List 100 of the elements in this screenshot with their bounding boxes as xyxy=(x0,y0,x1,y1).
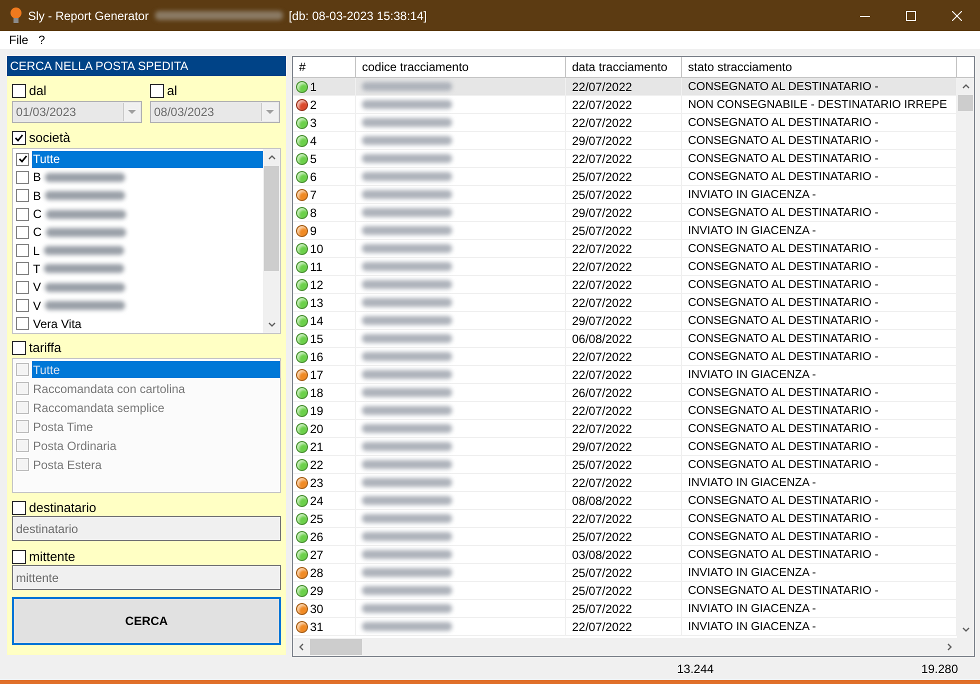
table-cell: INVIATO IN GIACENZA - xyxy=(688,566,816,578)
table-row[interactable]: 18 26/07/2022 CONSEGNATO AL DESTINATARIO - xyxy=(293,384,957,402)
list-box[interactable]: Tutte B B C C L T V V Vera Vita xyxy=(12,148,281,334)
row-number: 31 xyxy=(310,620,324,634)
list-item[interactable]: Vera Vita xyxy=(32,315,263,332)
table-row[interactable]: 17 22/07/2022 INVIATO IN GIACENZA - xyxy=(293,366,957,384)
checkbox[interactable] xyxy=(16,226,29,239)
list-item[interactable]: V xyxy=(32,278,42,296)
row-number: 22 xyxy=(310,458,324,472)
table-cell: 22/07/2022 xyxy=(572,80,632,94)
row-number: 16 xyxy=(310,350,324,364)
scroll-thumb[interactable] xyxy=(958,95,973,111)
row-number: 12 xyxy=(310,278,324,292)
table-row[interactable]: 16 22/07/2022 CONSEGNATO AL DESTINATARIO - xyxy=(293,348,957,366)
table-cell: CONSEGNATO AL DESTINATARIO - xyxy=(688,512,878,524)
table-cell: INVIATO IN GIACENZA - xyxy=(688,476,816,488)
checkbox[interactable] xyxy=(16,170,29,184)
table-row[interactable]: 25 22/07/2022 CONSEGNATO AL DESTINATARIO - xyxy=(293,510,957,528)
table-row[interactable]: 8 29/07/2022 CONSEGNATO AL DESTINATARIO - xyxy=(293,204,957,222)
table-cell: 29/07/2022 xyxy=(572,314,632,328)
table-row[interactable]: 11 22/07/2022 CONSEGNATO AL DESTINATARIO - xyxy=(293,258,957,276)
scrollbar[interactable] xyxy=(957,78,974,638)
table-cell: 22/07/2022 xyxy=(572,512,632,526)
list-item[interactable]: C xyxy=(32,224,42,241)
chevron-down-icon[interactable] xyxy=(960,624,970,634)
table-row[interactable]: 15 06/08/2022 CONSEGNATO AL DESTINATARIO - xyxy=(293,330,957,348)
checkbox[interactable] xyxy=(12,130,26,144)
list-item[interactable]: L xyxy=(32,242,40,260)
table-row[interactable]: 21 29/07/2022 CONSEGNATO AL DESTINATARIO - xyxy=(293,438,957,456)
table-row[interactable]: 14 29/07/2022 CONSEGNATO AL DESTINATARIO - xyxy=(293,312,957,330)
list-item[interactable]: B xyxy=(32,187,42,204)
table-row[interactable]: 2 22/07/2022 NON CONSEGNABILE - DESTINATARIO IRREPE xyxy=(293,96,957,114)
table-cell: CONSEGNATO AL DESTINATARIO - xyxy=(688,314,878,326)
row-number: 11 xyxy=(310,260,322,274)
list-item[interactable]: V xyxy=(32,297,42,314)
table-row[interactable]: 24 08/08/2022 CONSEGNATO AL DESTINATARIO - xyxy=(293,492,957,510)
table-cell: CONSEGNATO AL DESTINATARIO - xyxy=(688,350,878,362)
table-row[interactable]: 20 22/07/2022 CONSEGNATO AL DESTINATARIO - xyxy=(293,420,957,438)
checkbox[interactable] xyxy=(16,317,29,330)
table-cell: CONSEGNATO AL DESTINATARIO - xyxy=(688,278,878,290)
checkbox[interactable] xyxy=(16,244,29,258)
table-row[interactable]: 10 22/07/2022 CONSEGNATO AL DESTINATARIO - xyxy=(293,240,957,258)
checkbox[interactable] xyxy=(16,189,29,202)
menu-item[interactable]: File xyxy=(4,33,34,47)
table-cell: CONSEGNATO AL DESTINATARIO - xyxy=(688,422,878,434)
table-row[interactable]: 1 22/07/2022 CONSEGNATO AL DESTINATARIO - xyxy=(293,78,957,96)
table-row[interactable]: 29 25/07/2022 CONSEGNATO AL DESTINATARIO - xyxy=(293,582,957,600)
scrollbar[interactable] xyxy=(293,638,974,656)
table-cell: 22/07/2022 xyxy=(572,620,632,634)
row-number: 19 xyxy=(310,404,324,418)
row-number: 23 xyxy=(310,476,324,490)
list-item[interactable]: C xyxy=(32,206,42,223)
table-row[interactable]: 27 03/08/2022 CONSEGNATO AL DESTINATARIO - xyxy=(293,546,957,564)
list-item[interactable]: B xyxy=(32,168,42,186)
checkbox[interactable] xyxy=(16,262,29,276)
table-row[interactable]: 7 25/07/2022 INVIATO IN GIACENZA - xyxy=(293,186,957,204)
table-row[interactable]: 3 22/07/2022 CONSEGNATO AL DESTINATARIO - xyxy=(293,114,957,132)
table-cell: 29/07/2022 xyxy=(572,206,632,220)
bulb-icon xyxy=(10,7,22,24)
chevron-left-icon[interactable] xyxy=(296,642,306,652)
checkbox[interactable] xyxy=(16,280,29,294)
table-row[interactable]: 31 22/07/2022 INVIATO IN GIACENZA - xyxy=(293,618,957,636)
table-row[interactable]: 30 25/07/2022 INVIATO IN GIACENZA - xyxy=(293,600,957,618)
table-cell: CONSEGNATO AL DESTINATARIO - xyxy=(688,332,878,344)
scrollbar[interactable] xyxy=(263,149,280,333)
chevron-down-icon[interactable] xyxy=(266,320,276,330)
scroll-thumb[interactable] xyxy=(264,166,279,271)
table-row[interactable]: 12 22/07/2022 CONSEGNATO AL DESTINATARIO - xyxy=(293,276,957,294)
menu-item[interactable]: ? xyxy=(33,33,50,47)
status-count: 13.244 xyxy=(677,662,714,676)
table-row[interactable]: 23 22/07/2022 INVIATO IN GIACENZA - xyxy=(293,474,957,492)
table-row[interactable]: 28 25/07/2022 INVIATO IN GIACENZA - xyxy=(293,564,957,582)
checkbox[interactable] xyxy=(16,152,29,166)
table-row[interactable]: 13 22/07/2022 CONSEGNATO AL DESTINATARIO - xyxy=(293,294,957,312)
table-row[interactable]: 19 22/07/2022 CONSEGNATO AL DESTINATARIO - xyxy=(293,402,957,420)
table-row[interactable]: 6 25/07/2022 CONSEGNATO AL DESTINATARIO - xyxy=(293,168,957,186)
table-cell: CONSEGNATO AL DESTINATARIO - xyxy=(688,386,878,398)
table-row[interactable]: 4 29/07/2022 CONSEGNATO AL DESTINATARIO - xyxy=(293,132,957,150)
table-cell: INVIATO IN GIACENZA - xyxy=(688,188,816,200)
list-item[interactable]: T xyxy=(32,260,40,278)
table-cell: 22/07/2022 xyxy=(572,260,632,274)
table-row[interactable]: 9 25/07/2022 INVIATO IN GIACENZA - xyxy=(293,222,957,240)
checkbox[interactable] xyxy=(16,299,29,312)
table-row[interactable]: 26 25/07/2022 CONSEGNATO AL DESTINATARIO - xyxy=(293,528,957,546)
scroll-thumb[interactable] xyxy=(310,639,362,655)
table-row[interactable]: 22 25/07/2022 CONSEGNATO AL DESTINATARIO - xyxy=(293,456,957,474)
panel-title: CERCA NELLA POSTA SPEDITA xyxy=(7,56,286,76)
table-cell: NON CONSEGNABILE - DESTINATARIO IRREPE xyxy=(688,98,948,110)
table-cell: 22/07/2022 xyxy=(572,404,632,418)
table-cell: 25/07/2022 xyxy=(572,170,632,184)
table-row[interactable]: 5 22/07/2022 CONSEGNATO AL DESTINATARIO - xyxy=(293,150,957,168)
row-number: 29 xyxy=(310,584,324,598)
list-item[interactable]: Tutte xyxy=(32,150,263,168)
table-cell: 25/07/2022 xyxy=(572,458,632,472)
checkbox[interactable] xyxy=(16,208,29,221)
table-cell: 26/07/2022 xyxy=(572,386,632,400)
row-number: 6 xyxy=(310,170,317,184)
search-button[interactable]: CERCA xyxy=(12,597,281,645)
close-icon xyxy=(952,10,962,20)
table-cell: CONSEGNATO AL DESTINATARIO - xyxy=(688,260,878,272)
